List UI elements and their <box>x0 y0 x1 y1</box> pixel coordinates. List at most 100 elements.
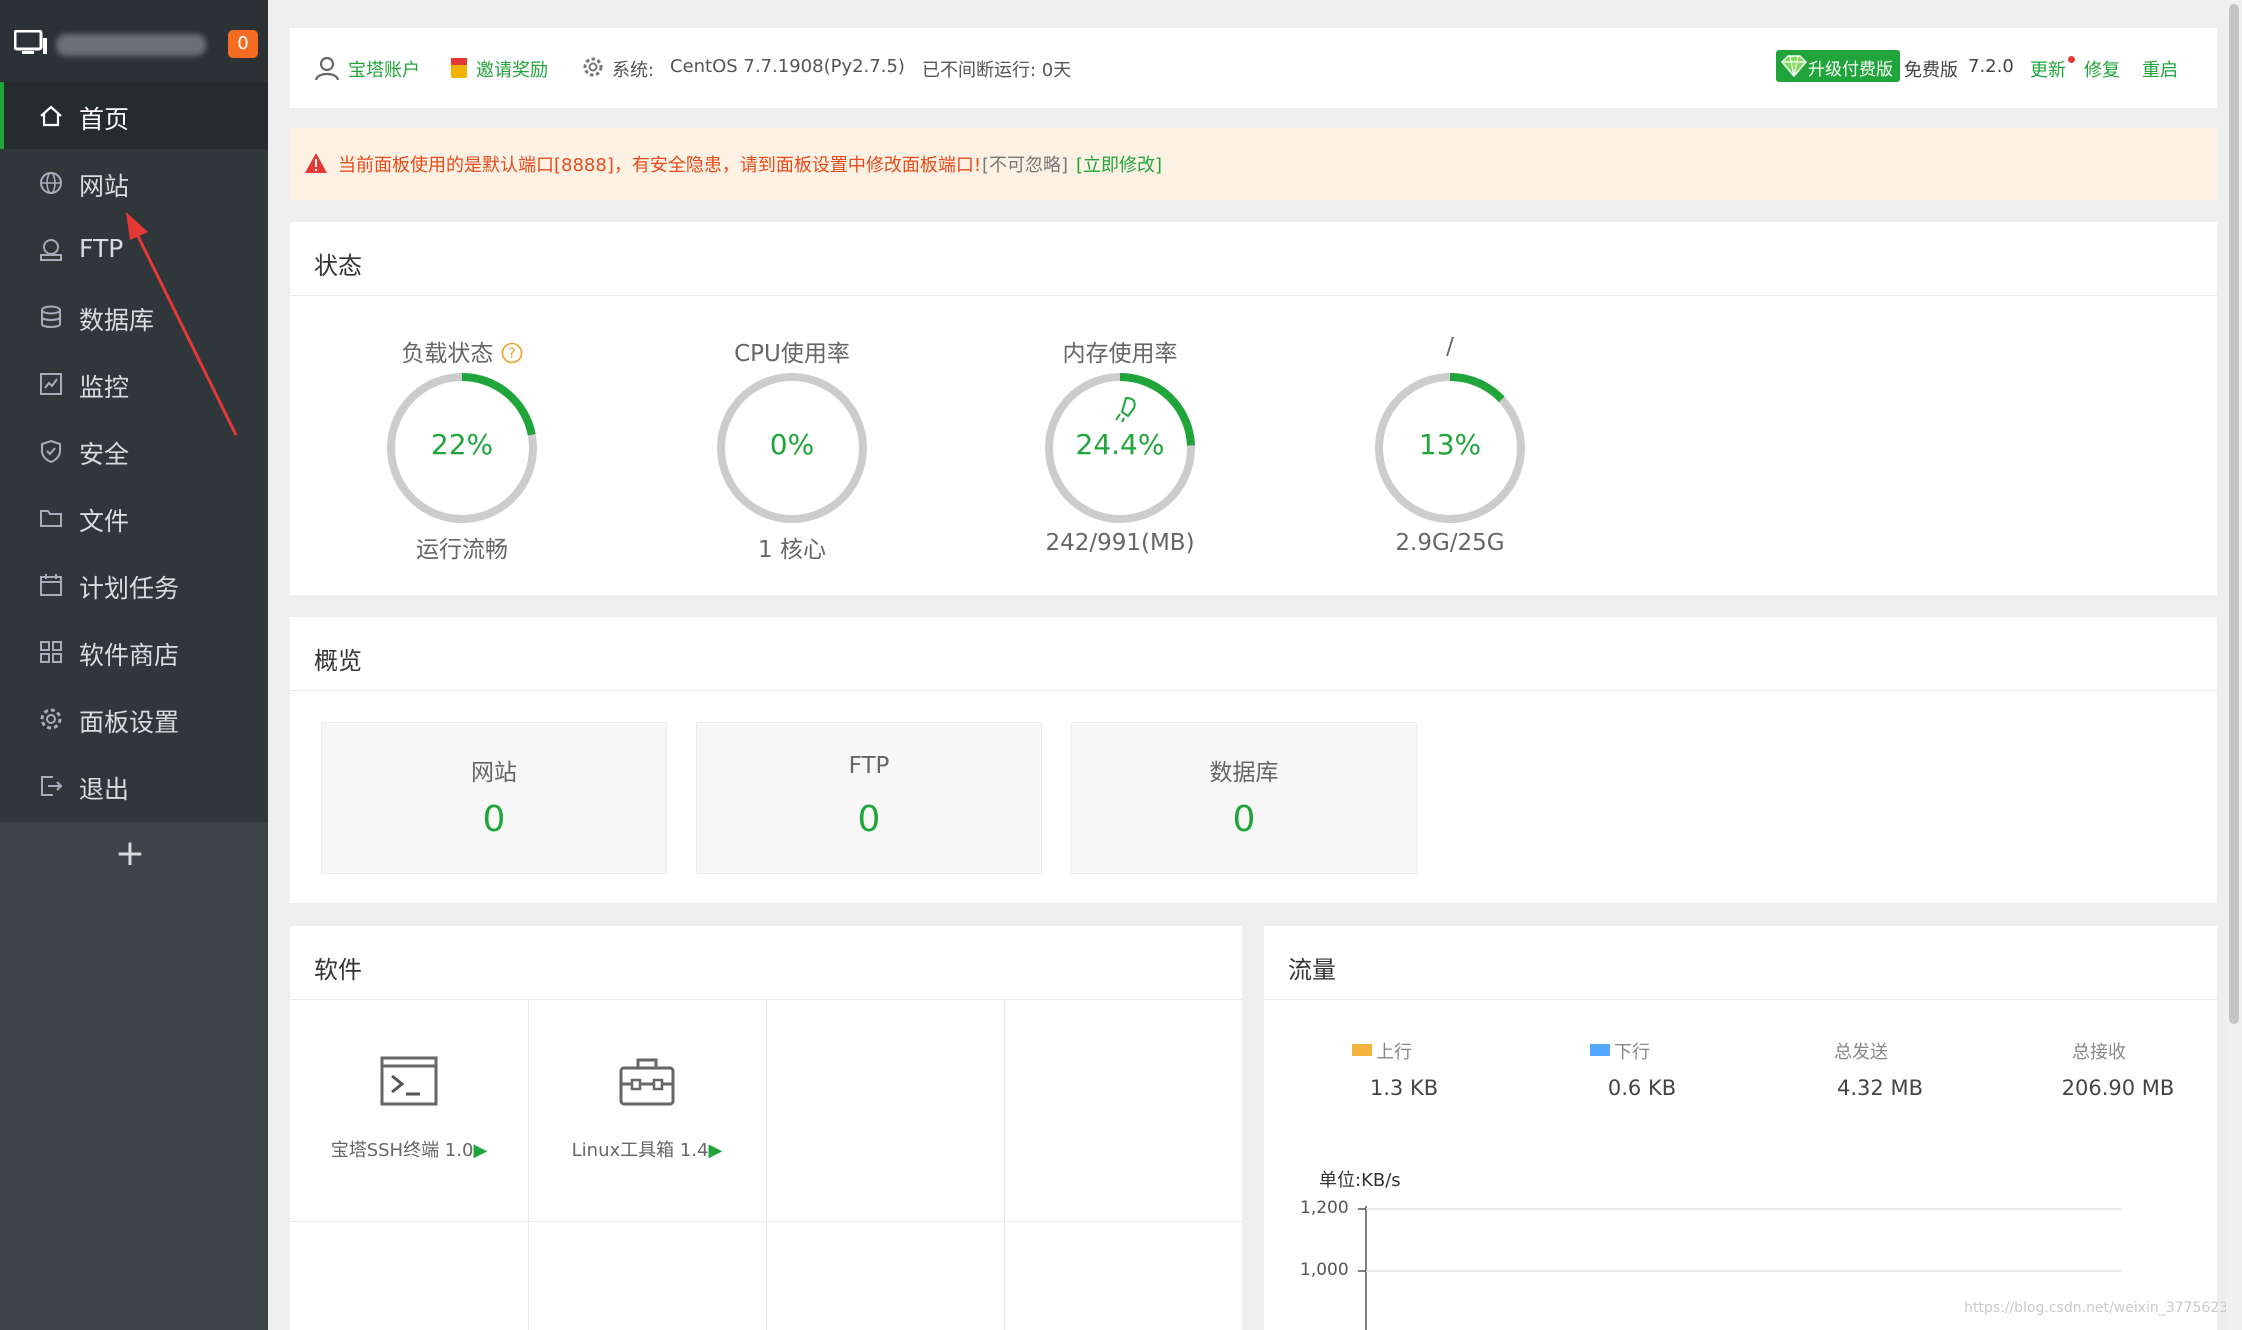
warning-icon <box>305 153 327 173</box>
total-sent-value: 4.32 MB <box>1837 1076 1923 1100</box>
chart-unit: 单位:KB/s <box>1319 1170 1401 1191</box>
edition-label: 免费版 <box>1904 60 1958 81</box>
upload-swatch <box>1352 1044 1372 1056</box>
overview-ftp[interactable]: FTP 0 <box>696 722 1042 874</box>
gift-icon <box>451 58 467 78</box>
database-icon <box>41 305 61 328</box>
gauge-sub: 运行流畅 <box>416 537 508 563</box>
alert-text: 当前面板使用的是默认端口[8888]，有安全隐患，请到面板设置中修改面板端口! <box>338 155 982 176</box>
total-received-label: 总接收 <box>2072 1042 2126 1063</box>
gauge-label: 内存使用率 <box>1062 341 1178 367</box>
software-label: Linux工具箱 1.4 <box>571 1140 709 1161</box>
terminal-icon <box>380 1056 438 1106</box>
software-item-ssh[interactable]: 宝塔SSH终端 1.0▶ <box>290 1000 528 1220</box>
gauge-label: / <box>1446 334 1454 360</box>
sidebar-item-home[interactable]: 首页 <box>0 82 268 149</box>
annotation-arrow <box>126 212 238 436</box>
scrollbar[interactable] <box>2226 0 2242 1330</box>
gauge-sub: 2.9G/25G <box>1395 530 1505 556</box>
upgrade-label: 升级付费版 <box>1808 60 1893 80</box>
alert-fix-link[interactable]: [立即修改] <box>1076 151 1162 177</box>
sidebar-item-label: 文件 <box>79 507 130 536</box>
overview-value: 0 <box>482 799 506 840</box>
overview-value: 0 <box>1232 799 1256 840</box>
grid-icon <box>40 641 62 663</box>
system-value: CentOS 7.7.1908(Py2.7.5) <box>670 56 905 77</box>
gear-icon <box>583 57 603 77</box>
update-dot <box>2068 56 2075 63</box>
sidebar-item-label: 安全 <box>79 440 130 469</box>
rocket-icon <box>1120 396 1136 418</box>
alert-ignore: [不可忽略] <box>982 155 1069 176</box>
play-icon: ▶ <box>473 1140 488 1161</box>
monitor-icon <box>40 373 62 395</box>
uptime-text: 已不间断运行: 0天 <box>922 60 1072 81</box>
overview-label: FTP <box>848 753 890 779</box>
upload-value: 1.3 KB <box>1369 1076 1439 1100</box>
software-item-toolbox[interactable]: Linux工具箱 1.4▶ <box>528 1000 766 1220</box>
overview-label: 数据库 <box>1209 760 1279 786</box>
user-icon <box>314 56 340 81</box>
sidebar-item-files[interactable]: 文件 <box>0 484 268 551</box>
hostname-blurred <box>56 34 206 56</box>
sidebar-item-settings[interactable]: 面板设置 <box>0 685 268 752</box>
overview-value: 0 <box>857 799 881 840</box>
overview-label: 网站 <box>471 760 517 786</box>
play-icon: ▶ <box>708 1140 723 1161</box>
gauge-label: CPU使用率 <box>734 341 850 367</box>
server-icon <box>14 30 47 54</box>
sidebar-menu: 首页 网站 FTP 数据库 监控 安全 文件 计划任务 软件商店 面板设置 退出 <box>0 82 268 822</box>
toolbox-icon <box>619 1058 675 1106</box>
shield-icon <box>41 439 61 464</box>
gauge-value: 0% <box>769 428 815 461</box>
invite-link[interactable]: 邀请奖励 <box>476 56 548 82</box>
logout-icon <box>41 776 63 796</box>
repair-link[interactable]: 修复 <box>2084 56 2120 82</box>
notification-badge[interactable]: 0 <box>228 30 258 58</box>
sidebar-item-label: 网站 <box>79 172 130 201</box>
watermark: https://blog.csdn.net/weixin_37756237 <box>1964 1300 2238 1316</box>
gauge-sub: 242/991(MB) <box>1045 530 1195 556</box>
scrollbar-thumb[interactable] <box>2229 4 2239 1024</box>
sidebar-item-store[interactable]: 软件商店 <box>0 618 268 685</box>
add-shortcut-button[interactable]: + <box>110 834 150 874</box>
y-tick: 1,000 <box>1300 1260 1349 1280</box>
svg-text:?: ? <box>508 346 515 362</box>
help-icon[interactable]: ? <box>501 342 523 364</box>
gear-icon <box>40 708 62 730</box>
restart-link[interactable]: 重启 <box>2142 56 2178 82</box>
sidebar-item-label: FTP <box>79 234 124 263</box>
account-link[interactable]: 宝塔账户 <box>348 56 420 82</box>
traffic-content: 上行 下行 总发送 总接收 1.3 KB 0.6 KB 4.32 MB 206.… <box>1264 926 2237 1330</box>
sidebar-item-cron[interactable]: 计划任务 <box>0 551 268 618</box>
software-label: 宝塔SSH终端 1.0 <box>330 1140 474 1161</box>
download-swatch <box>1590 1044 1610 1056</box>
sidebar-header: 0 <box>0 0 268 82</box>
sidebar-item-label: 首页 <box>79 105 130 134</box>
folder-icon <box>40 510 62 527</box>
gauge-value: 24.4% <box>1075 428 1165 461</box>
software-title: 软件 <box>314 956 362 984</box>
total-sent-label: 总发送 <box>1834 1042 1888 1063</box>
upgrade-button[interactable]: 升级付费版 <box>1776 50 1900 82</box>
header-bar: 宝塔账户 邀请奖励 系统: CentOS 7.7.1908(Py2.7.5) 已… <box>290 28 2217 108</box>
calendar-icon <box>40 574 62 596</box>
total-received-value: 206.90 MB <box>2061 1076 2175 1100</box>
download-value: 0.6 KB <box>1607 1076 1677 1100</box>
sidebar-item-logout[interactable]: 退出 <box>0 752 268 819</box>
sidebar-item-label: 计划任务 <box>79 574 180 603</box>
sidebar-item-label: 退出 <box>79 775 130 804</box>
overview-websites[interactable]: 网站 0 <box>321 722 667 874</box>
status-gauges: 负载状态 ? CPU使用率 内存使用率 / 22% 0% 24.4% 13% 运… <box>290 222 2217 595</box>
overview-title: 概览 <box>314 647 362 675</box>
update-link[interactable]: 更新 <box>2030 56 2066 82</box>
gauge-value: 22% <box>430 428 494 461</box>
sidebar-item-website[interactable]: 网站 <box>0 149 268 216</box>
diamond-icon <box>1780 55 1808 77</box>
overview-databases[interactable]: 数据库 0 <box>1071 722 1417 874</box>
security-alert: 当前面板使用的是默认端口[8888]，有安全隐患，请到面板设置中修改面板端口! … <box>290 128 2217 200</box>
y-tick: 1,200 <box>1300 1198 1349 1218</box>
globe-icon <box>40 172 62 194</box>
gauge-value: 13% <box>1418 428 1482 461</box>
gauge-sub: 1 核心 <box>758 537 826 563</box>
